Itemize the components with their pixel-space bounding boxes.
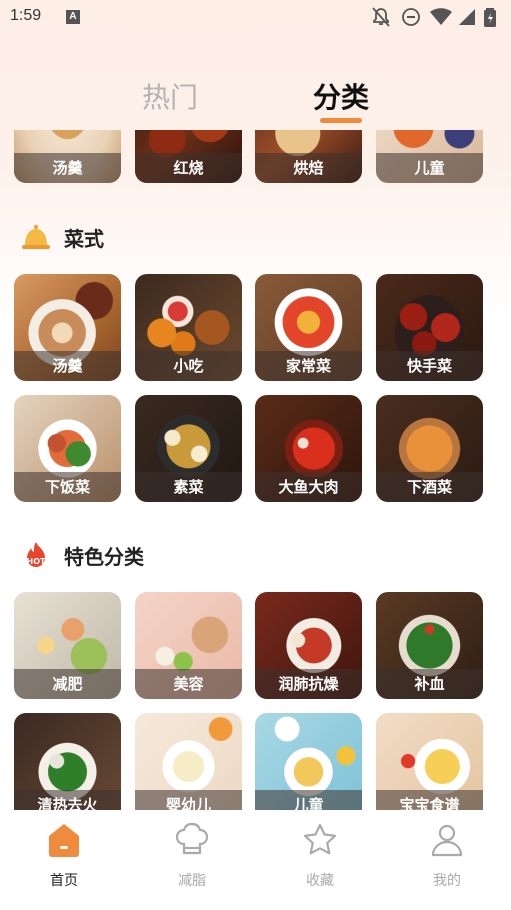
category-tile[interactable]: 下酒菜 (376, 395, 483, 502)
category-tile[interactable]: 红烧 (135, 130, 242, 183)
bottom-nav: 首页 减脂 收藏 我的 (0, 810, 511, 910)
category-label: 汤羹 (14, 351, 121, 381)
nav-profile[interactable]: 我的 (407, 818, 487, 898)
home-icon (49, 824, 79, 857)
category-tile[interactable]: 汤羹 (14, 274, 121, 381)
nav-home[interactable]: 首页 (24, 818, 104, 898)
category-label: 补血 (376, 669, 483, 699)
chef-hat-icon (175, 822, 209, 855)
category-tile[interactable]: 家常菜 (255, 274, 362, 381)
category-label: 素菜 (135, 472, 242, 502)
category-label: 宝宝食谱 (376, 790, 483, 810)
category-tile[interactable]: 儿童 (255, 713, 362, 810)
nav-favorites[interactable]: 收藏 (280, 818, 360, 898)
nav-fat-loss[interactable]: 减脂 (152, 818, 232, 898)
user-icon (431, 824, 463, 857)
category-label: 美容 (135, 669, 242, 699)
top-tabs: 热门 分类 (0, 70, 511, 130)
nav-label: 首页 (50, 873, 78, 889)
wifi-icon (430, 8, 452, 25)
dnd-icon (402, 8, 420, 26)
category-label: 快手菜 (376, 351, 483, 381)
category-tile[interactable]: 补血 (376, 592, 483, 699)
category-label: 下酒菜 (376, 472, 483, 502)
category-label: 润肺抗燥 (255, 669, 362, 699)
category-label: 减肥 (14, 669, 121, 699)
category-label: 儿童 (376, 153, 483, 183)
nav-label: 我的 (433, 873, 461, 889)
category-label: 下饭菜 (14, 472, 121, 502)
category-label: 清热去火 (14, 790, 121, 810)
category-tile[interactable]: 减肥 (14, 592, 121, 699)
section-title: 特色分类 (64, 545, 144, 569)
signal-icon (459, 9, 475, 25)
category-label: 烘焙 (255, 153, 362, 183)
status-time: 1:59 (10, 7, 42, 24)
category-label: 小吃 (135, 351, 242, 381)
category-label: 大鱼大肉 (255, 472, 362, 502)
category-tile[interactable]: 汤羹 (14, 130, 121, 183)
category-label: 婴幼儿 (135, 790, 242, 810)
hot-icon-text: HOT (27, 557, 46, 566)
category-label: 家常菜 (255, 351, 362, 381)
battery-icon (484, 8, 496, 27)
category-tile[interactable]: 清热去火 (14, 713, 121, 810)
category-tile[interactable]: 烘焙 (255, 130, 362, 183)
bell-icon (22, 224, 50, 249)
category-tile[interactable]: 快手菜 (376, 274, 483, 381)
tab-active-indicator (320, 118, 362, 123)
tab-hot[interactable]: 热门 (142, 76, 198, 116)
category-tile[interactable]: 下饭菜 (14, 395, 121, 502)
category-tile[interactable]: 大鱼大肉 (255, 395, 362, 502)
category-label: 儿童 (255, 790, 362, 810)
category-scroll-area[interactable]: 汤羹 红烧 烘焙 儿童 菜式 汤羹 小吃 家常菜 快手菜 下饭菜 素菜 大鱼大肉… (0, 130, 511, 810)
category-tile[interactable]: 婴幼儿 (135, 713, 242, 810)
category-label: 汤羹 (14, 153, 121, 183)
hot-icon: HOT (27, 542, 46, 567)
nav-label: 减脂 (178, 873, 206, 889)
category-tile[interactable]: 儿童 (376, 130, 483, 183)
bell-off-icon (372, 7, 390, 27)
category-tile[interactable]: 宝宝食谱 (376, 713, 483, 810)
category-label: 红烧 (135, 153, 242, 183)
notification-a-icon: A (66, 10, 80, 24)
status-bar: 1:59 A (0, 0, 511, 34)
nav-label: 收藏 (306, 873, 334, 889)
category-tile[interactable]: 美容 (135, 592, 242, 699)
category-tile[interactable]: 润肺抗燥 (255, 592, 362, 699)
section-title: 菜式 (64, 227, 104, 251)
category-tile[interactable]: 小吃 (135, 274, 242, 381)
star-icon (303, 823, 337, 855)
category-tile[interactable]: 素菜 (135, 395, 242, 502)
tab-category[interactable]: 分类 (313, 76, 369, 116)
